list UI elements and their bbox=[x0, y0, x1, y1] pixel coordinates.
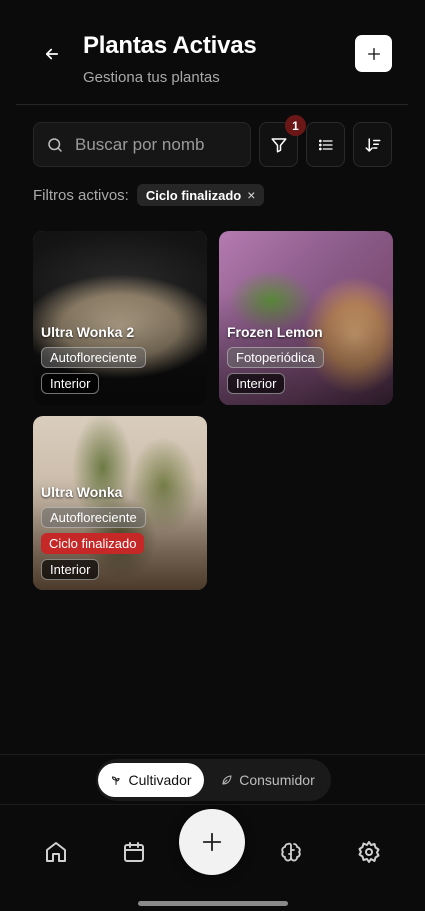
mode-cultivador-label: Cultivador bbox=[128, 772, 192, 788]
search-icon bbox=[48, 138, 62, 152]
gear-icon bbox=[358, 841, 380, 863]
add-button[interactable] bbox=[179, 809, 245, 875]
search-box bbox=[33, 122, 251, 167]
plant-type-tag: Autofloreciente bbox=[41, 347, 146, 368]
add-plant-button[interactable] bbox=[355, 35, 392, 72]
header-divider bbox=[16, 104, 408, 105]
sort-button[interactable] bbox=[353, 122, 392, 167]
filter-icon bbox=[271, 137, 286, 152]
plant-name: Ultra Wonka bbox=[41, 484, 123, 500]
plant-location-tag: Interior bbox=[41, 373, 100, 394]
mode-consumidor-label: Consumidor bbox=[239, 772, 315, 788]
remove-filter-icon[interactable]: × bbox=[247, 187, 255, 203]
mode-cultivador-button[interactable]: Cultivador bbox=[98, 763, 204, 797]
plant-card[interactable]: Ultra Wonka 2 Autofloreciente Interior bbox=[33, 231, 207, 405]
plant-status-tag: Ciclo finalizado bbox=[41, 533, 145, 554]
plant-type-tag: Autofloreciente bbox=[41, 507, 146, 528]
list-view-button[interactable] bbox=[306, 122, 345, 167]
filter-chip-label: Ciclo finalizado bbox=[145, 187, 242, 203]
sprout-icon bbox=[112, 776, 120, 785]
leaf-icon bbox=[222, 775, 232, 785]
plant-location-tag: Interior bbox=[227, 373, 286, 394]
plant-name: Ultra Wonka 2 bbox=[41, 324, 135, 340]
back-button[interactable] bbox=[38, 40, 66, 68]
calendar-icon bbox=[124, 842, 144, 862]
nav-settings-button[interactable] bbox=[355, 838, 383, 866]
page-subtitle: Gestiona tus plantas bbox=[83, 69, 220, 86]
plus-icon bbox=[367, 47, 380, 60]
sort-icon bbox=[365, 137, 380, 152]
nav-calendar-button[interactable] bbox=[120, 838, 148, 866]
nav-brain-button[interactable] bbox=[277, 838, 305, 866]
list-icon bbox=[318, 139, 333, 150]
filter-count-badge: 1 bbox=[285, 115, 306, 136]
mode-switch: Cultivador Consumidor bbox=[96, 759, 331, 801]
plant-card[interactable]: Frozen Lemon Fotoperiódica Interior bbox=[219, 231, 393, 405]
header: Plantas Activas Gestiona tus plantas bbox=[0, 0, 425, 105]
plant-card[interactable]: Ultra Wonka Autofloreciente Ciclo finali… bbox=[33, 416, 207, 590]
plant-location-tag: Interior bbox=[41, 559, 100, 580]
brain-icon bbox=[281, 842, 301, 862]
mode-consumidor-button[interactable]: Consumidor bbox=[210, 763, 326, 797]
home-icon bbox=[46, 842, 66, 862]
home-indicator bbox=[138, 901, 288, 906]
active-filters: Filtros activos: Ciclo finalizado × bbox=[33, 184, 265, 206]
arrow-left-icon bbox=[45, 48, 59, 60]
plant-type-tag: Fotoperiódica bbox=[227, 347, 324, 368]
nav-home-button[interactable] bbox=[42, 838, 70, 866]
search-input[interactable] bbox=[75, 132, 245, 158]
plant-name: Frozen Lemon bbox=[227, 324, 323, 340]
page-title: Plantas Activas bbox=[83, 32, 257, 59]
filter-chip[interactable]: Ciclo finalizado × bbox=[136, 184, 265, 206]
plus-icon bbox=[202, 832, 222, 852]
active-filters-label: Filtros activos: bbox=[33, 186, 129, 204]
